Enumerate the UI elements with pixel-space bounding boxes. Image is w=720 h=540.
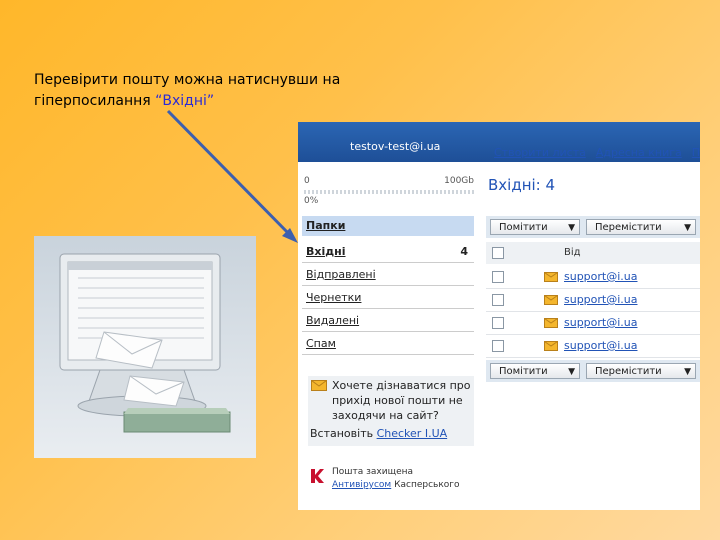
envelope-icon [544, 272, 558, 282]
mark-label: Помітити [499, 222, 548, 233]
checker-promo: Хочете дізнаватися про прихід нової пошт… [308, 376, 474, 446]
antivirus-link[interactable]: Антивірусом [332, 480, 391, 490]
message-sender[interactable]: support@i.ua [564, 270, 638, 283]
quota-min: 0 [304, 176, 310, 186]
chevron-down-icon: ▼ [684, 367, 691, 377]
monitor-icon [59, 253, 231, 433]
inbox-title: Вхідні: 4 [488, 176, 556, 194]
folder-label: Спам [306, 337, 336, 350]
promo-install-prefix: Встановіть [310, 427, 377, 440]
mark-dropdown[interactable]: Помітити ▼ [490, 219, 580, 235]
checker-link[interactable]: Checker I.UA [377, 427, 448, 440]
message-checkbox[interactable] [492, 294, 504, 306]
message-list-header: Від [486, 242, 700, 264]
message-sender[interactable]: support@i.ua [564, 339, 638, 352]
message-row[interactable]: support@i.ua [486, 288, 700, 312]
envelope-icon [311, 380, 327, 391]
computer-illustration [34, 236, 256, 458]
folder-label: Відправлені [306, 268, 376, 281]
folder-spam[interactable]: Спам [302, 332, 474, 355]
select-all-checkbox[interactable] [492, 247, 504, 259]
folder-label: Чернетки [306, 291, 362, 304]
folder-label: Вхідні [306, 245, 346, 258]
folders-header[interactable]: Папки [302, 216, 474, 236]
message-row[interactable]: support@i.ua [486, 311, 700, 335]
mark-label: Помітити [499, 366, 548, 377]
move-dropdown[interactable]: Перемістити ▼ [586, 219, 696, 235]
chevron-down-icon: ▼ [568, 223, 575, 233]
chevron-down-icon: ▼ [684, 223, 691, 233]
mail-window: testov-test@i.ua Створити листа Адресна к… [298, 122, 700, 510]
quota-meter: 0 100Gb 0% [304, 176, 474, 206]
promo-install: Встановіть Checker I.UA [310, 426, 447, 441]
move-label: Перемістити [595, 222, 662, 233]
message-row[interactable]: support@i.ua [486, 265, 700, 289]
quota-percent: 0% [304, 196, 319, 206]
message-sender[interactable]: support@i.ua [564, 293, 638, 306]
move-label: Перемістити [595, 366, 662, 377]
message-checkbox[interactable] [492, 340, 504, 352]
address-book-link[interactable]: Адресна книга [596, 146, 682, 159]
envelope-icon [544, 295, 558, 305]
folder-inbox[interactable]: Вхідні 4 [302, 240, 474, 263]
promo-text: Хочете дізнаватися про прихід нової пошт… [332, 379, 471, 422]
kaspersky-line1: Пошта захищена [332, 467, 414, 477]
from-column-header[interactable]: Від [564, 247, 581, 258]
account-email: testov-test@i.ua [350, 140, 441, 153]
kaspersky-logo-icon [311, 469, 324, 483]
move-dropdown[interactable]: Перемістити ▼ [586, 363, 696, 379]
envelope-icon [544, 318, 558, 328]
toolbar-bottom: Помітити ▼ Перемістити ▼ [486, 360, 700, 382]
message-sender[interactable]: support@i.ua [564, 316, 638, 329]
message-row[interactable]: support@i.ua [486, 334, 700, 358]
top-navigation: Створити листа Адресна книга П [494, 146, 700, 159]
message-checkbox[interactable] [492, 317, 504, 329]
toolbar-top: Помітити ▼ Перемістити ▼ [486, 216, 700, 238]
folder-label: Видалені [306, 314, 360, 327]
quota-bar [304, 190, 474, 194]
nav-link-more[interactable]: П [692, 146, 700, 159]
message-checkbox[interactable] [492, 271, 504, 283]
chevron-down-icon: ▼ [568, 367, 575, 377]
folder-sent[interactable]: Відправлені [302, 263, 474, 286]
quota-max: 100Gb [444, 176, 474, 186]
compose-link[interactable]: Створити листа [494, 146, 586, 159]
folder-drafts[interactable]: Чернетки [302, 286, 474, 309]
folder-count: 4 [460, 245, 468, 258]
kaspersky-suffix: Касперського [391, 480, 460, 490]
mark-dropdown[interactable]: Помітити ▼ [490, 363, 580, 379]
envelope-icon [544, 341, 558, 351]
folder-deleted[interactable]: Видалені [302, 309, 474, 332]
